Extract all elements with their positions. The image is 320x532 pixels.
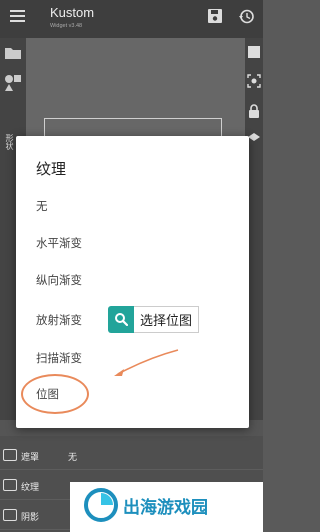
shapes-icon[interactable]: [4, 74, 22, 92]
app-title: Kustom: [50, 5, 95, 20]
watermark-logo-icon: [84, 488, 118, 522]
mask-icon: [3, 449, 17, 461]
app-subtitle: Widget v3.48: [50, 23, 83, 29]
watermark: 出海游戏园: [70, 482, 263, 532]
shape-tab-label[interactable]: 形状: [4, 134, 15, 150]
texture-icon: [3, 479, 17, 491]
option-none[interactable]: 无: [16, 190, 249, 222]
save-icon[interactable]: [207, 8, 223, 24]
watermark-text: 出海游戏园: [123, 498, 208, 518]
annotation-callout: 选择位图: [108, 306, 200, 333]
property-label: 遮罩: [21, 453, 40, 463]
annotation-circle: [21, 374, 89, 414]
option-label: 无: [36, 199, 48, 213]
property-label: 阴影: [21, 513, 40, 523]
property-row-mask[interactable]: 遮罩 无: [0, 442, 263, 470]
annotation-badge: [108, 306, 134, 333]
square-icon[interactable]: [248, 46, 260, 58]
annotation-label: 选择位图: [134, 306, 200, 333]
app-bar: Kustom Widget v3.48: [0, 0, 263, 38]
property-value: 无: [68, 453, 78, 463]
shadow-icon: [3, 509, 17, 521]
dialog-title: 纹理: [36, 160, 67, 178]
option-label: 放射渐变: [36, 313, 82, 327]
history-icon[interactable]: [238, 8, 255, 25]
menu-icon[interactable]: [10, 10, 25, 23]
focus-icon[interactable]: [247, 74, 261, 88]
folder-icon[interactable]: [5, 46, 21, 59]
annotation-arrow-icon: [114, 349, 179, 376]
option-label: 扫描渐变: [36, 351, 82, 365]
option-vertical-gradient[interactable]: 纵向渐变: [16, 264, 249, 296]
layers-icon[interactable]: [247, 132, 261, 146]
option-label: 水平渐变: [36, 236, 82, 250]
option-horizontal-gradient[interactable]: 水平渐变: [16, 227, 249, 259]
lock-icon[interactable]: [248, 104, 260, 118]
option-label: 纵向渐变: [36, 273, 82, 287]
search-icon: [115, 313, 128, 326]
property-label: 纹理: [21, 483, 40, 493]
